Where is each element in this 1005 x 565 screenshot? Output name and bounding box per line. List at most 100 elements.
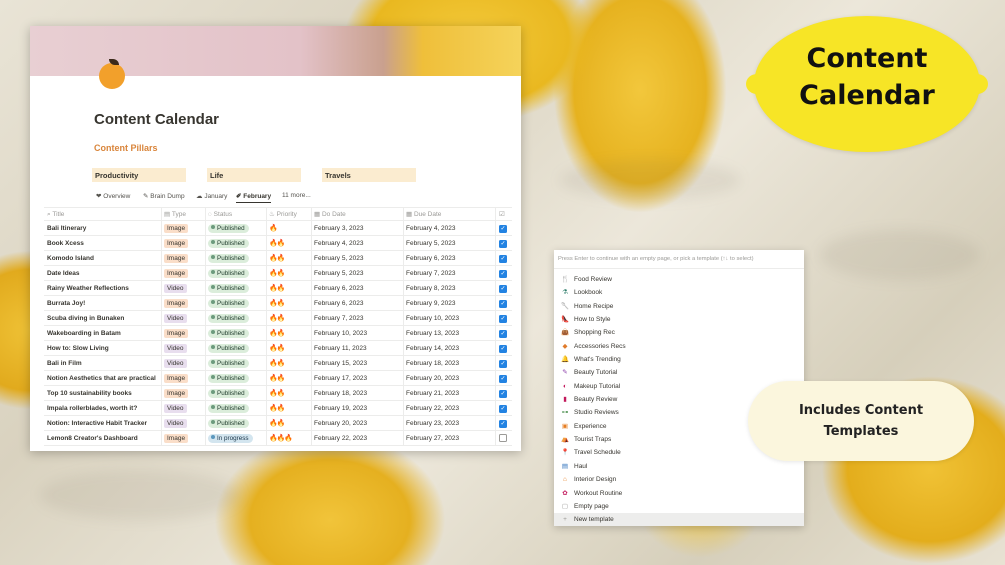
row-status[interactable]: Published <box>208 251 266 266</box>
pillar-productivity[interactable]: Productivity <box>92 168 186 182</box>
template-item[interactable]: ✎ Beauty Tutorial <box>554 366 804 379</box>
row-type[interactable]: Image <box>164 386 206 401</box>
row-due-date[interactable]: February 21, 2023 <box>406 386 496 401</box>
row-done-checkbox[interactable]: ✓ <box>499 281 509 296</box>
row-status[interactable]: Published <box>208 386 266 401</box>
row-do-date[interactable]: February 18, 2023 <box>314 386 402 401</box>
row-done-checkbox[interactable]: ✓ <box>499 386 509 401</box>
row-done-checkbox[interactable]: ✓ <box>499 266 509 281</box>
row-type[interactable]: Image <box>164 251 206 266</box>
row-type[interactable]: Video <box>164 416 206 431</box>
row-due-date[interactable]: February 14, 2023 <box>406 341 496 356</box>
row-title[interactable]: How to: Slow Living <box>47 341 159 356</box>
row-type[interactable]: Image <box>164 221 206 236</box>
row-title[interactable]: Top 10 sustainability books <box>47 386 159 401</box>
template-item[interactable]: 👜 Shopping Rec <box>554 326 804 339</box>
row-status[interactable]: In progress <box>208 431 266 446</box>
row-status[interactable]: Published <box>208 401 266 416</box>
row-status[interactable]: Published <box>208 311 266 326</box>
pillar-life[interactable]: Life <box>207 168 301 182</box>
row-title[interactable]: Bali in Film <box>47 356 159 371</box>
row-priority[interactable]: 🔥🔥 <box>269 416 311 431</box>
row-do-date[interactable]: February 22, 2023 <box>314 431 402 446</box>
table-row[interactable]: Lemon8 Creator's Dashboard Image In progre… <box>44 431 512 446</box>
template-item[interactable]: 🥄 Home Recipe <box>554 300 804 313</box>
row-do-date[interactable]: February 17, 2023 <box>314 371 402 386</box>
template-item[interactable]: 🔔 What's Trending <box>554 353 804 366</box>
row-priority[interactable]: 🔥🔥 <box>269 236 311 251</box>
row-type[interactable]: Video <box>164 341 206 356</box>
row-do-date[interactable]: February 6, 2023 <box>314 296 402 311</box>
row-priority[interactable]: 🔥🔥 <box>269 311 311 326</box>
row-status[interactable]: Published <box>208 281 266 296</box>
row-done-checkbox[interactable]: ✓ <box>499 371 509 386</box>
row-status[interactable]: Published <box>208 236 266 251</box>
template-item[interactable]: ⚗ Lookbook <box>554 286 804 299</box>
row-status[interactable]: Published <box>208 416 266 431</box>
row-do-date[interactable]: February 11, 2023 <box>314 341 402 356</box>
row-title[interactable]: Wakeboarding in Batam <box>47 326 159 341</box>
row-priority[interactable]: 🔥🔥 <box>269 341 311 356</box>
row-due-date[interactable]: February 8, 2023 <box>406 281 496 296</box>
row-title[interactable]: Rainy Weather Reflections <box>47 281 159 296</box>
template-item[interactable]: + New template <box>554 513 804 526</box>
table-row[interactable]: Rainy Weather Reflections Video Published 🔥… <box>44 281 512 296</box>
row-due-date[interactable]: February 7, 2023 <box>406 266 496 281</box>
row-type[interactable]: Image <box>164 266 206 281</box>
row-due-date[interactable]: February 10, 2023 <box>406 311 496 326</box>
row-title[interactable]: Notion Aesthetics that are practical <box>47 371 159 386</box>
template-item[interactable]: 🍴 Food Review <box>554 273 804 286</box>
table-row[interactable]: Bali in Film Video Published 🔥🔥 February 15,… <box>44 356 512 371</box>
row-title[interactable]: Bali Itinerary <box>47 221 159 236</box>
row-type[interactable]: Image <box>164 296 206 311</box>
row-status[interactable]: Published <box>208 266 266 281</box>
row-done-checkbox[interactable]: ✓ <box>499 221 509 236</box>
row-title[interactable]: Komodo Island <box>47 251 159 266</box>
row-type[interactable]: Video <box>164 281 206 296</box>
table-row[interactable]: Top 10 sustainability books Image Publishe… <box>44 386 512 401</box>
template-item[interactable]: ▢ Empty page <box>554 500 804 513</box>
tab-overview[interactable]: ❤ Overview <box>96 192 130 200</box>
table-row[interactable]: Burrata Joy! Image Published 🔥🔥 February 6, … <box>44 296 512 311</box>
row-priority[interactable]: 🔥🔥 <box>269 356 311 371</box>
tab-brain-dump[interactable]: ✎ Brain Dump <box>143 192 185 200</box>
pillar-travels[interactable]: Travels <box>322 168 416 182</box>
row-status[interactable]: Published <box>208 296 266 311</box>
row-due-date[interactable]: February 22, 2023 <box>406 401 496 416</box>
template-item[interactable]: ◆ Accessories Recs <box>554 340 804 353</box>
row-title[interactable]: Book Xcess <box>47 236 159 251</box>
row-do-date[interactable]: February 4, 2023 <box>314 236 402 251</box>
table-row[interactable]: Date Ideas Image Published 🔥🔥 February 5, 20… <box>44 266 512 281</box>
row-type[interactable]: Video <box>164 401 206 416</box>
row-type[interactable]: Image <box>164 431 206 446</box>
row-do-date[interactable]: February 5, 2023 <box>314 266 402 281</box>
row-priority[interactable]: 🔥🔥 <box>269 326 311 341</box>
row-priority[interactable]: 🔥🔥🔥 <box>269 431 311 446</box>
table-row[interactable]: Bali Itinerary Image Published 🔥 February 3,… <box>44 221 512 236</box>
row-status[interactable]: Published <box>208 326 266 341</box>
table-row[interactable]: Notion: Interactive Habit Tracker Video Pu… <box>44 416 512 431</box>
row-type[interactable]: Video <box>164 311 206 326</box>
row-title[interactable]: Lemon8 Creator's Dashboard <box>47 431 159 446</box>
row-type[interactable]: Video <box>164 356 206 371</box>
row-do-date[interactable]: February 3, 2023 <box>314 221 402 236</box>
table-row[interactable]: Scuba diving in Bunaken Video Published 🔥🔥 F… <box>44 311 512 326</box>
row-due-date[interactable]: February 4, 2023 <box>406 221 496 236</box>
table-row[interactable]: Book Xcess Image Published 🔥🔥 February 4, 20… <box>44 236 512 251</box>
row-priority[interactable]: 🔥🔥 <box>269 371 311 386</box>
row-priority[interactable]: 🔥🔥 <box>269 281 311 296</box>
row-done-checkbox[interactable]: ✓ <box>499 311 509 326</box>
row-due-date[interactable]: February 6, 2023 <box>406 251 496 266</box>
row-priority[interactable]: 🔥🔥 <box>269 386 311 401</box>
row-due-date[interactable]: February 9, 2023 <box>406 296 496 311</box>
row-do-date[interactable]: February 20, 2023 <box>314 416 402 431</box>
row-title[interactable]: Date Ideas <box>47 266 159 281</box>
row-done-checkbox[interactable]: ✓ <box>499 251 509 266</box>
row-status[interactable]: Published <box>208 221 266 236</box>
row-priority[interactable]: 🔥🔥 <box>269 251 311 266</box>
table-row[interactable]: Notion Aesthetics that are practical Imag… <box>44 371 512 386</box>
table-row[interactable]: Impala rollerblades, worth it? Video Publi… <box>44 401 512 416</box>
row-status[interactable]: Published <box>208 371 266 386</box>
row-due-date[interactable]: February 20, 2023 <box>406 371 496 386</box>
template-item[interactable]: ▤ Haul <box>554 460 804 473</box>
